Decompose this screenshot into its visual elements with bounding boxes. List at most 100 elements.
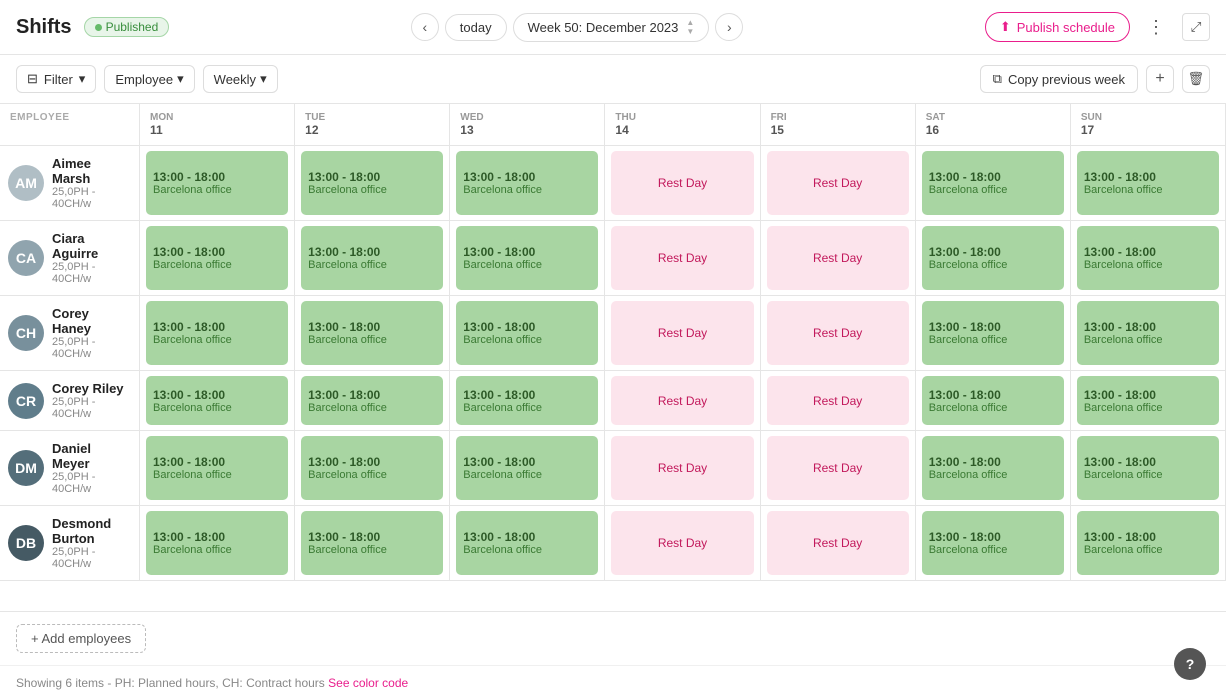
publish-schedule-button[interactable]: ⬆ Publish schedule bbox=[985, 12, 1130, 42]
next-week-button[interactable]: › bbox=[715, 13, 743, 41]
shift-block[interactable]: 13:00 - 18:00 Barcelona office bbox=[1077, 301, 1219, 365]
employee-name: Aimee Marsh bbox=[52, 156, 131, 186]
shift-time: 13:00 - 18:00 bbox=[463, 245, 591, 259]
rest-block[interactable]: Rest Day bbox=[767, 376, 909, 425]
rest-block[interactable]: Rest Day bbox=[611, 226, 753, 290]
expand-button[interactable]: ⤢ bbox=[1182, 13, 1210, 41]
publish-label: Publish schedule bbox=[1017, 20, 1115, 35]
shift-block[interactable]: 13:00 - 18:00 Barcelona office bbox=[456, 301, 598, 365]
shift-block[interactable]: 13:00 - 18:00 Barcelona office bbox=[301, 436, 443, 500]
rest-block[interactable]: Rest Day bbox=[611, 511, 753, 575]
shift-block[interactable]: 13:00 - 18:00 Barcelona office bbox=[1077, 151, 1219, 215]
weekly-dropdown[interactable]: Weekly ▾ bbox=[203, 65, 278, 93]
shift-block[interactable]: 13:00 - 18:00 Barcelona office bbox=[922, 226, 1064, 290]
shift-block[interactable]: 13:00 - 18:00 Barcelona office bbox=[146, 226, 288, 290]
shift-block[interactable]: 13:00 - 18:00 Barcelona office bbox=[922, 376, 1064, 425]
add-shift-button[interactable]: + bbox=[1146, 65, 1174, 93]
delete-button[interactable]: 🗑 bbox=[1182, 65, 1210, 93]
avatar: DM bbox=[8, 450, 44, 486]
shift-location: Barcelona office bbox=[463, 402, 591, 414]
shift-time: 13:00 - 18:00 bbox=[463, 170, 591, 184]
shift-block[interactable]: 13:00 - 18:00 Barcelona office bbox=[146, 511, 288, 575]
rest-text: Rest Day bbox=[813, 461, 862, 475]
more-options-button[interactable]: ⋮ bbox=[1142, 13, 1170, 41]
rest-block[interactable]: Rest Day bbox=[767, 151, 909, 215]
rest-cell: Rest Day bbox=[605, 431, 760, 506]
shift-block[interactable]: 13:00 - 18:00 Barcelona office bbox=[301, 151, 443, 215]
shift-block[interactable]: 13:00 - 18:00 Barcelona office bbox=[1077, 226, 1219, 290]
rest-cell: Rest Day bbox=[761, 506, 916, 581]
upload-icon: ⬆ bbox=[1000, 19, 1011, 35]
filter-button[interactable]: ⊟ Filter ▾ bbox=[16, 65, 96, 93]
shift-block[interactable]: 13:00 - 18:00 Barcelona office bbox=[456, 511, 598, 575]
rest-block[interactable]: Rest Day bbox=[767, 301, 909, 365]
shift-block[interactable]: 13:00 - 18:00 Barcelona office bbox=[456, 436, 598, 500]
add-employees-button[interactable]: + Add employees bbox=[16, 624, 146, 653]
today-label: today bbox=[460, 20, 492, 35]
rest-block[interactable]: Rest Day bbox=[767, 436, 909, 500]
rest-block[interactable]: Rest Day bbox=[611, 151, 753, 215]
employee-row: CH Corey Haney 25,0PH - 40CH/w 13:00 - 1… bbox=[0, 296, 1226, 371]
shift-block[interactable]: 13:00 - 18:00 Barcelona office bbox=[146, 151, 288, 215]
rest-text: Rest Day bbox=[813, 536, 862, 550]
shift-time: 13:00 - 18:00 bbox=[1084, 530, 1212, 544]
shift-block[interactable]: 13:00 - 18:00 Barcelona office bbox=[1077, 376, 1219, 425]
rest-block[interactable]: Rest Day bbox=[767, 226, 909, 290]
shift-cell: 13:00 - 18:00 Barcelona office bbox=[450, 371, 605, 431]
rest-block[interactable]: Rest Day bbox=[611, 301, 753, 365]
shift-location: Barcelona office bbox=[308, 334, 436, 346]
copy-previous-week-button[interactable]: ⧉ Copy previous week bbox=[980, 65, 1138, 93]
shift-cell: 13:00 - 18:00 Barcelona office bbox=[1071, 296, 1226, 371]
rest-cell: Rest Day bbox=[761, 371, 916, 431]
shift-block[interactable]: 13:00 - 18:00 Barcelona office bbox=[1077, 436, 1219, 500]
shift-block[interactable]: 13:00 - 18:00 Barcelona office bbox=[922, 301, 1064, 365]
shift-block[interactable]: 13:00 - 18:00 Barcelona office bbox=[922, 436, 1064, 500]
shift-location: Barcelona office bbox=[153, 184, 281, 196]
shift-block[interactable]: 13:00 - 18:00 Barcelona office bbox=[301, 511, 443, 575]
shift-cell: 13:00 - 18:00 Barcelona office bbox=[140, 221, 295, 296]
shift-cell: 13:00 - 18:00 Barcelona office bbox=[1071, 431, 1226, 506]
shift-block[interactable]: 13:00 - 18:00 Barcelona office bbox=[146, 436, 288, 500]
today-button[interactable]: today bbox=[445, 14, 507, 41]
shift-cell: 13:00 - 18:00 Barcelona office bbox=[140, 431, 295, 506]
shift-time: 13:00 - 18:00 bbox=[1084, 170, 1212, 184]
rest-text: Rest Day bbox=[658, 536, 707, 550]
employee-row: AM Aimee Marsh 25,0PH - 40CH/w 13:00 - 1… bbox=[0, 146, 1226, 221]
avatar: CA bbox=[8, 240, 44, 276]
help-icon: ? bbox=[1186, 656, 1195, 672]
employee-name: Corey Riley bbox=[52, 381, 131, 396]
employee-info: Corey Riley 25,0PH - 40CH/w bbox=[52, 381, 131, 420]
shift-block[interactable]: 13:00 - 18:00 Barcelona office bbox=[146, 301, 288, 365]
employee-row: DM Daniel Meyer 25,0PH - 40CH/w 13:00 - … bbox=[0, 431, 1226, 506]
shift-location: Barcelona office bbox=[1084, 334, 1212, 346]
shift-block[interactable]: 13:00 - 18:00 Barcelona office bbox=[301, 376, 443, 425]
rest-block[interactable]: Rest Day bbox=[611, 436, 753, 500]
status-text: Showing 6 items - PH: Planned hours, CH:… bbox=[16, 676, 325, 690]
shift-time: 13:00 - 18:00 bbox=[308, 388, 436, 402]
shift-block[interactable]: 13:00 - 18:00 Barcelona office bbox=[146, 376, 288, 425]
shift-block[interactable]: 13:00 - 18:00 Barcelona office bbox=[456, 376, 598, 425]
weekly-chevron-icon: ▾ bbox=[260, 71, 267, 87]
shift-location: Barcelona office bbox=[463, 544, 591, 556]
shift-block[interactable]: 13:00 - 18:00 Barcelona office bbox=[1077, 511, 1219, 575]
shift-block[interactable]: 13:00 - 18:00 Barcelona office bbox=[301, 226, 443, 290]
rest-block[interactable]: Rest Day bbox=[611, 376, 753, 425]
shift-block[interactable]: 13:00 - 18:00 Barcelona office bbox=[301, 301, 443, 365]
prev-week-button[interactable]: ‹ bbox=[411, 13, 439, 41]
rows-container: AM Aimee Marsh 25,0PH - 40CH/w 13:00 - 1… bbox=[0, 146, 1226, 581]
shift-block[interactable]: 13:00 - 18:00 Barcelona office bbox=[922, 511, 1064, 575]
toolbar: ⊟ Filter ▾ Employee ▾ Weekly ▾ ⧉ Copy pr… bbox=[0, 55, 1226, 104]
help-button[interactable]: ? bbox=[1174, 648, 1206, 680]
schedule-grid: EMPLOYEE MON11 TUE12 WED13 THU14 FRI15 S… bbox=[0, 104, 1226, 146]
rest-block[interactable]: Rest Day bbox=[767, 511, 909, 575]
status-bar: Showing 6 items - PH: Planned hours, CH:… bbox=[0, 665, 1226, 700]
shift-block[interactable]: 13:00 - 18:00 Barcelona office bbox=[456, 226, 598, 290]
employee-dropdown[interactable]: Employee ▾ bbox=[104, 65, 194, 93]
shift-block[interactable]: 13:00 - 18:00 Barcelona office bbox=[456, 151, 598, 215]
shift-block[interactable]: 13:00 - 18:00 Barcelona office bbox=[922, 151, 1064, 215]
employee-info: Desmond Burton 25,0PH - 40CH/w bbox=[52, 516, 131, 570]
employee-meta: 25,0PH - 40CH/w bbox=[52, 261, 131, 285]
shift-time: 13:00 - 18:00 bbox=[1084, 320, 1212, 334]
add-employees-label: + Add employees bbox=[31, 631, 131, 646]
color-code-link[interactable]: See color code bbox=[328, 676, 408, 690]
